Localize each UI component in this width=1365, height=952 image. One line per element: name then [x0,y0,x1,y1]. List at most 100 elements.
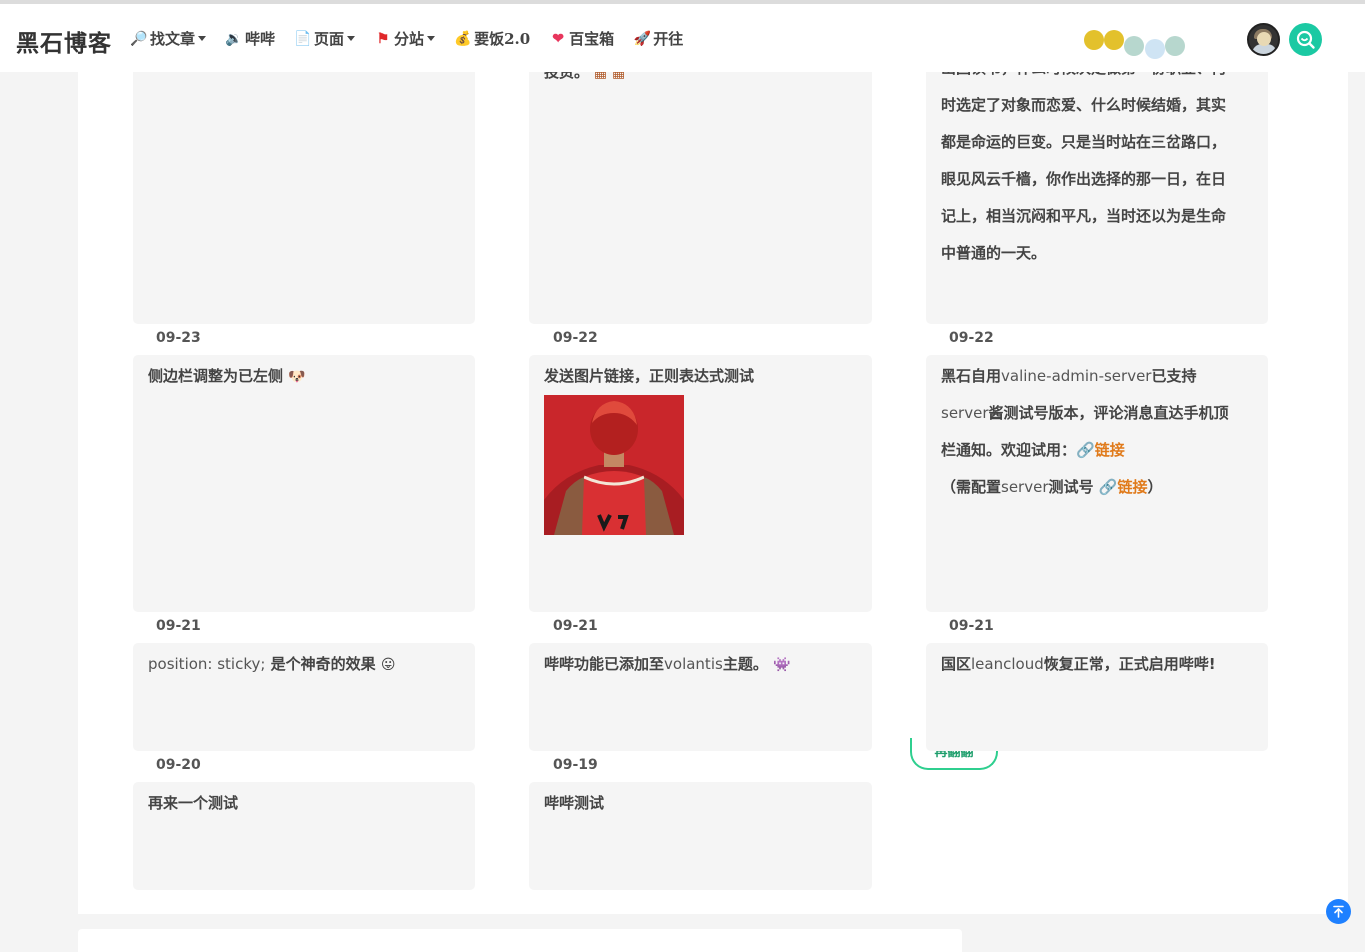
bibi-text-line: 都是命运的巨变。只是当时站在三岔路口， [941,133,1227,151]
link-icon: 🔗 [1098,478,1118,496]
dot [1165,36,1185,56]
tongue-emoji-icon: 😛 [380,657,396,673]
nav-item-label: 找文章 [150,30,196,48]
bibi-text-part: 黑石自用 [941,367,1002,385]
bibi-text-part: 哔哔功能已添加至 [544,655,665,673]
bibi-card [133,52,475,324]
bibi-text: 哔哔功能已添加至volantis主题。 👾 [544,646,857,684]
next-section-card [78,929,962,952]
decorative-dots [1084,30,1194,59]
nav-item-label: 哔哔 [245,30,276,48]
link[interactable]: 🔗链接 [1076,441,1125,459]
bibi-date: 09-22 [553,330,598,346]
bibi-text-part: （需配置 [941,478,1002,496]
nav-menu: 🔎 找文章 🔉 哔哔 📄 页面 ⚑ 分站 💰 要饭2.0 ❤ 百宝箱 🚀 开往 [130,28,702,49]
dot [1104,30,1124,50]
bibi-text: 侧边栏调整为已左侧 🐶 [148,358,460,396]
nav-item-substations[interactable]: ⚑ 分站 [374,28,436,49]
money-bag-icon: 💰 [454,30,472,47]
bibi-card: 投资。 ▦ ▦ [529,52,872,324]
bibi-wall: 09-23 投资。 ▦ ▦ 09-22 出国读书，什么时候决定做第一份职业、何 … [78,52,1348,914]
bibi-card: 侧边栏调整为已左侧 🐶 [133,355,475,612]
basketball-player-image [544,395,684,535]
speaker-icon: 🔉 [225,30,243,47]
caret-down-icon [427,36,436,41]
bibi-text-part: volantis [664,655,723,673]
bibi-card: 哔哔测试 [529,782,872,890]
avatar[interactable] [1247,23,1280,56]
arrow-up-icon [1333,905,1344,918]
bibi-date: 09-22 [949,330,994,346]
page-icon: 📄 [294,30,312,47]
bibi-text: 哔哔测试 [544,794,605,812]
alien-monster-icon: 👾 [773,657,791,673]
nav-item-label: 开往 [653,30,684,48]
nav-item-bibi[interactable]: 🔉 哔哔 [225,28,275,49]
dog-emoji-icon: 🐶 [288,369,306,385]
bibi-text-part: 栏通知。欢迎试用： [941,441,1077,459]
nav-item-label: 页面 [314,30,345,48]
caret-down-icon [347,36,356,41]
magnifier-icon: 🔎 [130,30,148,47]
bibi-date: 09-19 [553,757,598,773]
bibi-card: 国区leancloud恢复正常，正式启用哔哔! [926,643,1268,751]
dot [1145,39,1165,59]
link-icon: 🔗 [1076,441,1095,459]
bibi-text-line: 眼见风云千樯，你作出选择的那一日，在日 [941,170,1227,188]
bibi-card: 再来一个测试 [133,782,475,890]
bibi-date: 09-21 [156,618,201,634]
bibi-card: 出国读书，什么时候决定做第一份职业、何 时选定了对象而恋爱、什么时候结婚，其实 … [926,52,1268,324]
bibi-text-part: 主题。 [722,655,768,673]
bibi-text-part: 国区 [941,655,972,673]
bibi-text: 国区leancloud恢复正常，正式启用哔哔! [941,646,1253,683]
bibi-text-line: 中普通的一天。 [941,244,1047,262]
nav-item-donate[interactable]: 💰 要饭2.0 [454,28,530,49]
back-to-top-button[interactable] [1326,899,1351,924]
bibi-text-part: valine-admin-server [1001,367,1152,385]
bibi-text-line: 时选定了对象而恋爱、什么时候结婚，其实 [941,96,1227,114]
bibi-date: 09-21 [949,618,994,634]
bibi-text-part: 已支持 [1151,367,1197,385]
bibi-text-part: 恢复正常，正式启用哔哔! [1043,655,1216,673]
bibi-text: 再来一个测试 [148,794,239,812]
bibi-text: 发送图片链接，正则表达式测试 [544,367,755,385]
bibi-text-part: position: sticky; [148,655,266,673]
bibi-text: position: sticky; 是个神奇的效果 😛 [148,646,460,684]
nav-item-travelling[interactable]: 🚀 开往 [633,28,683,49]
bibi-date: 09-20 [156,757,201,773]
heart-icon: ❤ [552,30,565,47]
bibi-text-part: 侧边栏调整为已左侧 [148,367,284,385]
bibi-card: position: sticky; 是个神奇的效果 😛 [133,643,475,751]
search-icon [1296,30,1315,49]
link[interactable]: 🔗链接 [1099,478,1148,496]
rocket-icon: 🚀 [633,30,651,47]
bibi-date: 09-23 [156,330,201,346]
navbar: 黑石博客 🔎 找文章 🔉 哔哔 📄 页面 ⚑ 分站 💰 要饭2.0 ❤ 百宝箱 [0,4,1365,72]
flag-icon: ⚑ [376,30,390,47]
nav-item-find-articles[interactable]: 🔎 找文章 [130,28,207,49]
post-image[interactable] [544,395,684,535]
bibi-card: 哔哔功能已添加至volantis主题。 👾 [529,643,872,751]
bibi-text-part: 测试号 [1048,478,1094,496]
bibi-text: 黑石自用valine-admin-server已支持 server酱测试号版本，… [941,358,1253,506]
bibi-text-part: server [941,404,989,422]
bibi-text-line: 记上，相当沉闷和平凡，当时还以为是生命 [941,207,1227,225]
dot [1124,36,1144,56]
bibi-text-part: leancloud [971,655,1044,673]
nav-item-treasure-box[interactable]: ❤ 百宝箱 [549,28,614,49]
nav-item-pages[interactable]: 📄 页面 [294,28,356,49]
caret-down-icon [198,36,207,41]
link-label: 链接 [1117,478,1148,496]
nav-item-label: 要饭2.0 [474,30,531,48]
bibi-text-part: 是个神奇的效果 [265,655,376,673]
link-label: 链接 [1094,441,1125,459]
bibi-card: 黑石自用valine-admin-server已支持 server酱测试号版本，… [926,355,1268,612]
avatar-face [1257,32,1271,46]
nav-item-label: 百宝箱 [569,30,615,48]
site-brand[interactable]: 黑石博客 [16,24,112,58]
nav-item-label: 分站 [394,30,425,48]
bibi-text-part: 酱测试号版本，评论消息直达手机顶 [988,404,1229,422]
search-button[interactable] [1289,23,1322,56]
bibi-date: 09-21 [553,618,598,634]
bibi-card: 发送图片链接，正则表达式测试 [529,355,872,612]
